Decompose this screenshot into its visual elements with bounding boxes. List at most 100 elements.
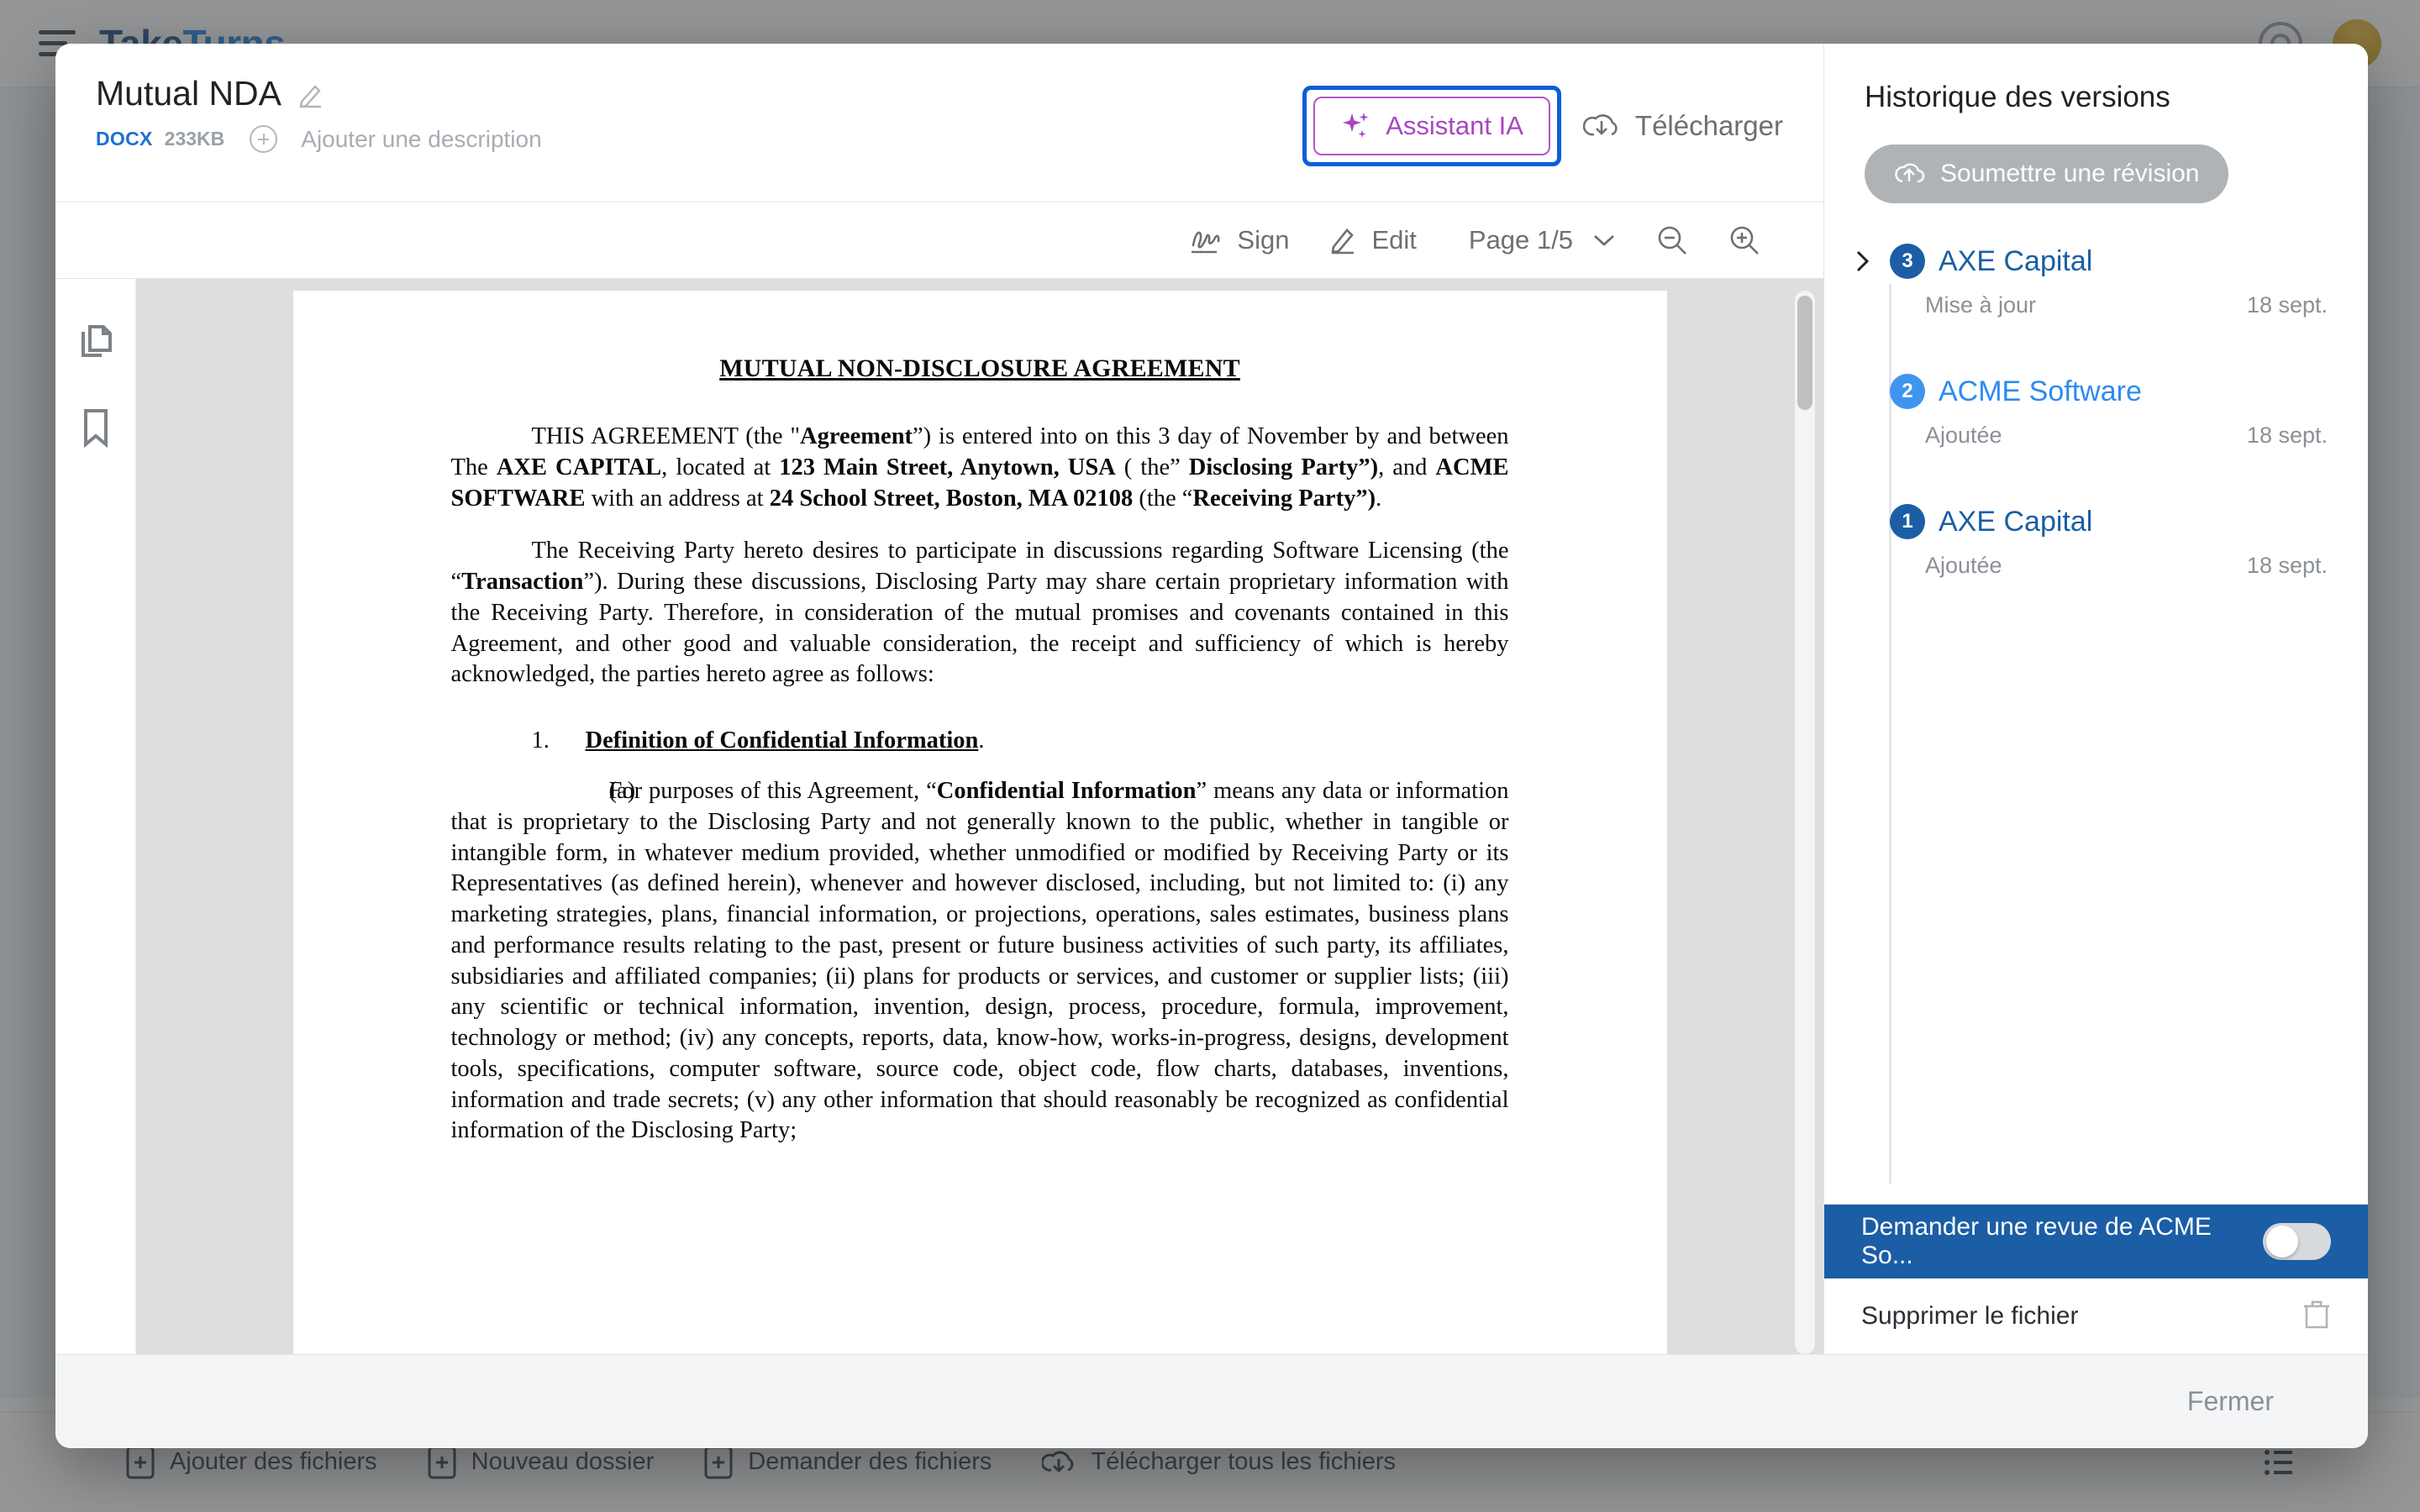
- doc-p1-e: , located at: [661, 454, 780, 480]
- zoom-in-button[interactable]: [1728, 223, 1761, 257]
- request-review-label: Demander une revue de ACME So...: [1861, 1213, 2212, 1269]
- version-status: Ajoutée: [1925, 553, 2002, 578]
- doc-sec1-title: Definition of Confidential Information: [585, 727, 979, 753]
- version-date: 18 sept.: [2246, 553, 2328, 578]
- version-status: Mise à jour: [1925, 292, 2037, 318]
- document-header-left: Mutual NDA DOCX 233KB Ajouter une descri…: [96, 74, 542, 153]
- version-row[interactable]: 3 AXE Capital: [1849, 244, 2328, 279]
- document-side-rail: [55, 279, 136, 1354]
- pencil-icon[interactable]: [297, 80, 325, 108]
- ai-assistant-button[interactable]: Assistant IA: [1313, 97, 1550, 155]
- version-item[interactable]: 3 AXE Capital Mise à jour 18 sept.: [1849, 244, 2328, 318]
- version-date: 18 sept.: [2246, 292, 2328, 318]
- toggle-knob: [2266, 1226, 2299, 1257]
- version-author-name[interactable]: AXE Capital: [1939, 506, 2092, 538]
- trash-icon[interactable]: [2302, 1299, 2331, 1335]
- version-status: Ajoutée: [1925, 423, 2002, 448]
- version-panel-footer: Demander une revue de ACME So... Supprim…: [1824, 1204, 2368, 1354]
- delete-file-label: Supprimer le fichier: [1861, 1302, 2079, 1330]
- signature-icon: [1192, 231, 1220, 254]
- version-row[interactable]: 2 ACME Software: [1849, 374, 2328, 409]
- document-title-row: Mutual NDA: [96, 74, 542, 113]
- chevron-right-icon[interactable]: [1849, 249, 1876, 274]
- upload-cloud-icon: [1895, 163, 1925, 183]
- edit-label: Edit: [1371, 225, 1417, 255]
- sparkles-icon: [1343, 113, 1369, 138]
- bookmarks-panel-button[interactable]: [72, 405, 119, 452]
- pages-icon: [81, 325, 112, 357]
- document-meta-row: DOCX 233KB Ajouter une description: [96, 125, 542, 153]
- version-history-title: Historique des versions: [1865, 81, 2170, 113]
- download-label: Télécharger: [1634, 110, 1783, 141]
- version-sub-row: Ajoutée 18 sept.: [1849, 553, 2328, 579]
- document-header: Mutual NDA DOCX 233KB Ajouter une descri…: [55, 44, 1823, 202]
- document-toolbar: Sign Edit Page 1/5: [55, 202, 1823, 279]
- version-sub-row: Mise à jour 18 sept.: [1849, 292, 2328, 318]
- ai-assistant-label: Assistant IA: [1386, 111, 1523, 140]
- document-area: MUTUAL NON-DISCLOSURE AGREEMENT THIS AGR…: [55, 279, 1823, 1354]
- download-cloud-icon: [1582, 114, 1618, 136]
- submit-revision-button[interactable]: Soumettre une révision: [1865, 144, 2228, 203]
- doc-p1-d: AXE CAPITAL: [496, 454, 662, 480]
- document-paragraph-1: THIS AGREEMENT (the "Agreement”) is ente…: [451, 422, 1509, 514]
- edit-button[interactable]: Edit: [1328, 225, 1417, 255]
- version-number-badge: 3: [1890, 244, 1925, 279]
- delete-file-row[interactable]: Supprimer le fichier: [1824, 1278, 2368, 1354]
- version-author-name[interactable]: AXE Capital: [1939, 245, 2092, 278]
- doc-p2-b: Transaction: [461, 569, 584, 595]
- file-type-badge: DOCX: [96, 128, 153, 150]
- doc-p2-c: ”). During these discussions, Disclosing…: [450, 569, 1509, 688]
- file-preview-modal: Mutual NDA DOCX 233KB Ajouter une descri…: [55, 44, 2368, 1448]
- doc-p1-b: Agreement: [800, 423, 913, 449]
- sign-button[interactable]: Sign: [1188, 225, 1289, 255]
- document-section-1: 1. Definition of Confidential Information…: [451, 727, 1509, 754]
- doc-sec1-dot: .: [978, 727, 985, 753]
- version-item[interactable]: 1 AXE Capital Ajoutée 18 sept.: [1849, 504, 2328, 579]
- doc-sub-a-bold: Confidential Information: [936, 778, 1197, 804]
- version-sub-row: Ajoutée 18 sept.: [1849, 423, 2328, 449]
- version-author-name[interactable]: ACME Software: [1939, 375, 2142, 408]
- zoom-in-icon: [1730, 226, 1759, 255]
- document-header-actions: Assistant IA Télécharger: [1302, 74, 1783, 166]
- doc-p1-l: 24 School Street, Boston, MA 02108: [769, 485, 1134, 512]
- page-selector[interactable]: Page 1/5: [1469, 225, 1617, 255]
- doc-p1-o: .: [1376, 485, 1382, 512]
- modal-body: Mutual NDA DOCX 233KB Ajouter une descri…: [55, 44, 2368, 1354]
- ai-assistant-focus-ring: Assistant IA: [1302, 86, 1561, 166]
- pages-panel-button[interactable]: [72, 318, 119, 365]
- document-scrollbar[interactable]: [1795, 291, 1815, 1354]
- version-row[interactable]: 1 AXE Capital: [1849, 504, 2328, 539]
- document-page: MUTUAL NON-DISCLOSURE AGREEMENT THIS AGR…: [292, 291, 1667, 1354]
- doc-sub-a-label: (a): [608, 778, 636, 804]
- version-history-panel: Historique des versions Soumettre une ré…: [1824, 44, 2368, 1354]
- zoom-out-icon: [1658, 226, 1686, 255]
- document-heading: MUTUAL NON-DISCLOSURE AGREEMENT: [719, 354, 1240, 382]
- version-item[interactable]: 2 ACME Software Ajoutée 18 sept.: [1849, 374, 2328, 449]
- doc-p1-f: 123 Main Street, Anytown, USA: [779, 454, 1116, 480]
- version-number-badge: 1: [1890, 504, 1925, 539]
- zoom-out-button[interactable]: [1655, 223, 1689, 257]
- bookmark-icon: [83, 409, 108, 449]
- add-description-button[interactable]: Ajouter une description: [301, 126, 541, 153]
- document-paragraph-2: The Receiving Party hereto desires to pa…: [451, 536, 1509, 690]
- request-review-toggle[interactable]: [2263, 1223, 2331, 1260]
- document-column: Mutual NDA DOCX 233KB Ajouter une descri…: [55, 44, 1824, 1354]
- request-review-row[interactable]: Demander une revue de ACME So...: [1824, 1205, 2368, 1278]
- page-indicator-label: Page 1/5: [1468, 225, 1573, 255]
- doc-p1-i: , and: [1378, 454, 1436, 480]
- close-button[interactable]: Fermer: [2187, 1386, 2274, 1417]
- version-list: 3 AXE Capital Mise à jour 18 sept. 2 ACM…: [1824, 203, 2368, 1204]
- doc-p1-n: Receiving Party”): [1192, 485, 1376, 512]
- document-subsection-a: (a)For purposes of this Agreement, “Conf…: [451, 776, 1509, 1147]
- doc-p1-k: with an address at: [585, 485, 770, 512]
- file-size: 233KB: [164, 128, 225, 150]
- document-scrollbar-thumb[interactable]: [1797, 296, 1812, 410]
- version-history-header: Historique des versions Soumettre une ré…: [1824, 44, 2368, 203]
- document-canvas[interactable]: MUTUAL NON-DISCLOSURE AGREEMENT THIS AGR…: [136, 279, 1823, 1354]
- modal-footer: Fermer: [55, 1354, 2368, 1448]
- doc-p1-m: (the “: [1133, 485, 1193, 512]
- plus-circle-icon[interactable]: [250, 125, 278, 153]
- download-button[interactable]: Télécharger: [1582, 110, 1783, 142]
- version-number-badge: 2: [1890, 374, 1925, 409]
- doc-p1-a: THIS AGREEMENT (the ": [531, 423, 801, 449]
